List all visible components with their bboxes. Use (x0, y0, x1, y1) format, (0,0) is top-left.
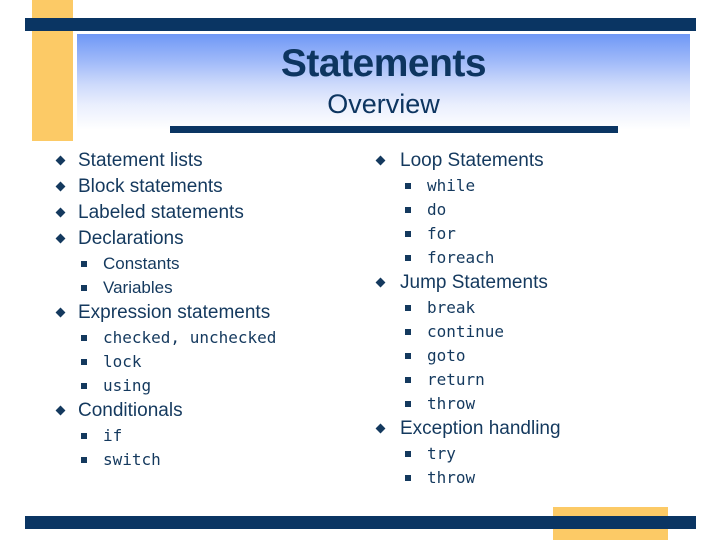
square-bullet-icon (405, 231, 411, 237)
square-bullet-icon (81, 335, 87, 341)
bullet-item-label: for (427, 224, 456, 243)
bullet-item-label: Statement lists (78, 150, 203, 171)
bullet-column-left: Statement lists Block statements Labeled s… (33, 148, 363, 472)
bullet-item-label: return (427, 370, 485, 389)
bullet-item-level1: Jump Statements (355, 270, 695, 296)
bullet-item-label: Declarations (78, 228, 184, 249)
square-bullet-icon (405, 353, 411, 359)
square-bullet-icon (405, 377, 411, 383)
diamond-bullet-icon (55, 233, 66, 244)
bullet-item-label: Expression statements (78, 302, 271, 323)
bullet-item-level2: return (355, 368, 695, 392)
square-bullet-icon (405, 329, 411, 335)
bullet-item-label: switch (103, 450, 161, 469)
bullet-item-level2: break (355, 296, 695, 320)
bullet-item-label: while (427, 176, 476, 195)
bullet-item-label: using (103, 376, 152, 395)
bullet-item-level2: switch (33, 448, 363, 472)
bullet-item-level2: throw (355, 392, 695, 416)
title-underline-rule (170, 126, 618, 133)
square-bullet-icon (405, 451, 411, 457)
square-bullet-icon (81, 285, 87, 291)
square-bullet-icon (81, 457, 87, 463)
bullet-item-label: try (427, 444, 456, 463)
diamond-bullet-icon (375, 277, 386, 288)
bullet-item-level1: Statement lists (33, 148, 363, 174)
square-bullet-icon (81, 261, 87, 267)
title-block: Statements Overview (77, 34, 690, 120)
bullet-item-level2: continue (355, 320, 695, 344)
decorative-bottom-rule (25, 516, 696, 529)
bullet-item-level1: Declarations (33, 226, 363, 252)
square-bullet-icon (405, 255, 411, 261)
bullet-item-level1: Labeled statements (33, 200, 363, 226)
slide-subtitle: Overview (327, 89, 440, 119)
bullet-item-level2: do (355, 198, 695, 222)
bullet-item-level1: Expression statements (33, 300, 363, 326)
bullet-item-label: do (427, 200, 447, 219)
bullet-item-label: Constants (103, 254, 180, 273)
bullet-item-level2: goto (355, 344, 695, 368)
bullet-column-right: Loop Statements while do for foreach Jump Sta… (355, 148, 695, 490)
bullet-item-level2: if (33, 424, 363, 448)
bullet-item-label: lock (103, 352, 142, 371)
bullet-item-label: Labeled statements (78, 202, 244, 223)
bullet-item-label: break (427, 298, 476, 317)
slide-body: Statement lists Block statements Labeled s… (0, 148, 720, 508)
square-bullet-icon (405, 401, 411, 407)
bullet-list-left: Statement lists Block statements Labeled s… (33, 148, 363, 472)
bullet-item-level1: Loop Statements (355, 148, 695, 174)
diamond-bullet-icon (55, 405, 66, 416)
diamond-bullet-icon (55, 207, 66, 218)
bullet-item-label: foreach (427, 248, 495, 267)
bullet-item-label: checked, unchecked (103, 328, 277, 347)
square-bullet-icon (405, 475, 411, 481)
bullet-item-label: Loop Statements (400, 150, 544, 171)
bullet-item-level1: Block statements (33, 174, 363, 200)
diamond-bullet-icon (55, 307, 66, 318)
bullet-item-level2: Constants (33, 252, 363, 276)
bullet-item-label: continue (427, 322, 505, 341)
bullet-item-label: Jump Statements (400, 272, 548, 293)
bullet-item-level1: Exception handling (355, 416, 695, 442)
diamond-bullet-icon (55, 155, 66, 166)
bullet-item-label: Block statements (78, 176, 223, 197)
bullet-list-right: Loop Statements while do for foreach Jump Sta… (355, 148, 695, 490)
square-bullet-icon (405, 305, 411, 311)
diamond-bullet-icon (55, 181, 66, 192)
diamond-bullet-icon (375, 155, 386, 166)
bullet-item-level1: Conditionals (33, 398, 363, 424)
bullet-item-label: throw (427, 468, 476, 487)
bullet-item-label: Conditionals (78, 400, 183, 421)
square-bullet-icon (81, 383, 87, 389)
square-bullet-icon (405, 183, 411, 189)
slide-title: Statements (280, 42, 487, 85)
bullet-item-label: Variables (103, 278, 173, 297)
bullet-item-level2: Variables (33, 276, 363, 300)
bullet-item-level2: try (355, 442, 695, 466)
bullet-item-level2: using (33, 374, 363, 398)
bullet-item-level2: checked, unchecked (33, 326, 363, 350)
bullet-item-label: if (103, 426, 123, 445)
square-bullet-icon (81, 359, 87, 365)
bullet-item-label: goto (427, 346, 466, 365)
decorative-top-rule (25, 18, 696, 31)
diamond-bullet-icon (375, 423, 386, 434)
bullet-item-level2: for (355, 222, 695, 246)
bullet-item-level2: throw (355, 466, 695, 490)
square-bullet-icon (405, 207, 411, 213)
bullet-item-level2: foreach (355, 246, 695, 270)
bullet-item-level2: while (355, 174, 695, 198)
bullet-item-label: throw (427, 394, 476, 413)
bullet-item-level2: lock (33, 350, 363, 374)
square-bullet-icon (81, 433, 87, 439)
bullet-item-label: Exception handling (400, 418, 561, 439)
